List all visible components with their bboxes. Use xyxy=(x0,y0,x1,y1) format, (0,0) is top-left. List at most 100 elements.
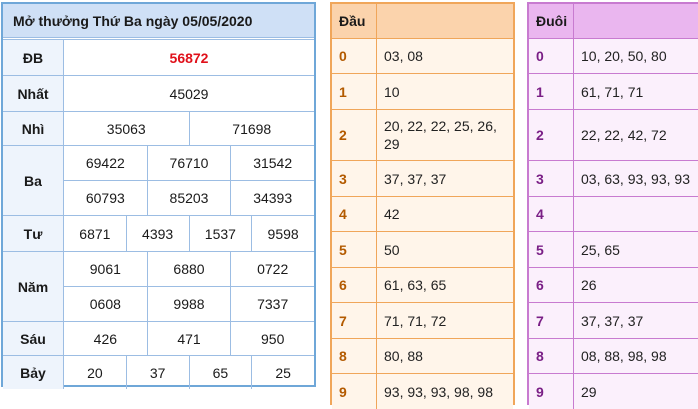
duoi-row: 6 26 xyxy=(529,267,698,302)
duoi-numbers: 37, 37, 37 xyxy=(581,312,644,329)
prize-row: Ba 69422 76710 31542 60793 85203 34393 xyxy=(3,145,314,215)
prize-label: Sáu xyxy=(3,322,64,355)
duoi-digit: 4 xyxy=(529,197,574,231)
prize-number: 35063 xyxy=(64,112,190,145)
duoi-digit: 9 xyxy=(529,374,574,409)
prize-number: 9598 xyxy=(267,225,299,242)
dau-numbers: 61, 63, 65 xyxy=(384,277,447,293)
prize-number: 426 xyxy=(64,322,148,355)
dau-digit: 6 xyxy=(332,268,377,302)
dau-numbers: 20, 22, 22, 25, 26, 29 xyxy=(384,118,497,152)
dau-row: 5 50 xyxy=(332,231,513,267)
prize-values: 69422 76710 31542 60793 85203 34393 xyxy=(64,146,314,215)
duoi-numbers: 61, 71, 71 xyxy=(581,83,644,100)
dau-digit: 1 xyxy=(332,74,377,109)
prize-number: 9988 xyxy=(148,287,232,321)
dau-row: 6 61, 63, 65 xyxy=(332,267,513,302)
prize-line: 56872 xyxy=(64,40,314,75)
dau-header: Đầu xyxy=(332,4,513,38)
dau-digit: 7 xyxy=(332,303,377,338)
prize-row: Năm 9061 6880 0722 0608 9988 7337 xyxy=(3,251,314,321)
duoi-row: 3 03, 63, 93, 93, 93 xyxy=(529,160,698,196)
dau-row: 8 80, 88 xyxy=(332,338,513,373)
dau-row: 3 37, 37, 37 xyxy=(332,160,513,196)
duoi-row: 7 37, 37, 37 xyxy=(529,302,698,338)
duoi-header: Đuôi xyxy=(529,4,698,38)
prize-row: Tư 6871 4393 1537 9598 xyxy=(3,215,314,251)
duoi-numbers: 29 xyxy=(581,383,597,400)
dau-header-label: Đầu xyxy=(332,4,377,38)
prize-row: ĐB 56872 xyxy=(3,39,314,75)
prize-number: 0608 xyxy=(64,287,148,321)
prize-row: Sáu 426 471 950 xyxy=(3,321,314,355)
duoi-digit: 2 xyxy=(529,110,574,160)
duoi-body: 0 10, 20, 50, 80 1 61, 71, 71 2 22, 22, 42, 7… xyxy=(529,38,698,409)
results-title: Mở thưởng Thứ Ba ngày 05/05/2020 xyxy=(3,4,314,38)
prize-values: 426 471 950 xyxy=(64,322,314,355)
duoi-digit: 6 xyxy=(529,268,574,302)
prize-number: 69422 xyxy=(64,146,148,180)
prize-number: 85203 xyxy=(148,181,232,215)
duoi-digit: 0 xyxy=(529,39,574,73)
dau-numbers: 93, 93, 93, 98, 98 xyxy=(384,383,493,400)
prize-number: 1537 xyxy=(190,216,253,251)
prize-number: 76710 xyxy=(148,146,232,180)
prize-number: 7337 xyxy=(257,296,289,312)
dau-numbers: 03, 08 xyxy=(384,48,423,64)
duoi-table: Đuôi 0 10, 20, 50, 80 1 61, 71, 71 2 22, 22, … xyxy=(527,2,698,409)
prize-line: 35063 71698 xyxy=(64,112,314,145)
dau-row: 9 93, 93, 93, 98, 98 xyxy=(332,373,513,409)
duoi-row: 9 29 xyxy=(529,373,698,409)
prize-row: Nhì 35063 71698 xyxy=(3,111,314,145)
duoi-numbers: 08, 88, 98, 98 xyxy=(581,348,667,364)
duoi-digit: 1 xyxy=(529,74,574,109)
prize-line: 69422 76710 31542 xyxy=(64,146,314,180)
prize-label: ĐB xyxy=(3,40,64,75)
dau-row: 7 71, 71, 72 xyxy=(332,302,513,338)
dau-row: 2 20, 22, 22, 25, 26, 29 xyxy=(332,109,513,160)
duoi-row: 1 61, 71, 71 xyxy=(529,73,698,109)
dau-row: 1 10 xyxy=(332,73,513,109)
dau-digit: 9 xyxy=(332,374,377,409)
prize-line: 45029 xyxy=(64,76,314,111)
duoi-row: 5 25, 65 xyxy=(529,231,698,267)
duoi-header-label: Đuôi xyxy=(529,4,574,38)
dau-header-blank xyxy=(377,4,513,38)
prize-number: 65 xyxy=(190,356,253,389)
prize-row: Nhất 45029 xyxy=(3,75,314,111)
prize-line: 6871 4393 1537 9598 xyxy=(64,216,314,251)
prize-label: Nhất xyxy=(3,76,64,111)
prize-number: 4393 xyxy=(127,216,190,251)
prize-line: 0608 9988 7337 xyxy=(64,286,314,321)
prize-values: 56872 xyxy=(64,40,314,75)
prize-row: Bảy 20 37 65 25 xyxy=(3,355,314,389)
duoi-numbers: 25, 65 xyxy=(581,241,620,258)
dau-digit: 2 xyxy=(332,110,377,160)
duoi-numbers: 22, 22, 42, 72 xyxy=(581,127,667,143)
prize-number: 25 xyxy=(275,364,291,381)
prize-number: 60793 xyxy=(64,181,148,215)
dau-numbers: 37, 37, 37 xyxy=(384,170,447,187)
prize-number: 9061 xyxy=(64,252,148,286)
prize-values: 20 37 65 25 xyxy=(64,356,314,389)
prize-number: 34393 xyxy=(253,190,293,206)
duoi-row: 8 08, 88, 98, 98 xyxy=(529,338,698,373)
dau-row: 0 03, 08 xyxy=(332,38,513,73)
prize-line: 9061 6880 0722 xyxy=(64,252,314,286)
prize-number: 6871 xyxy=(64,216,127,251)
prize-number: 31542 xyxy=(253,155,293,171)
prize-line: 20 37 65 25 xyxy=(64,356,314,389)
duoi-digit: 7 xyxy=(529,303,574,338)
prize-values: 45029 xyxy=(64,76,314,111)
prize-number: 37 xyxy=(127,356,190,389)
duoi-header-blank xyxy=(574,4,698,38)
prize-label: Tư xyxy=(3,216,64,251)
dau-digit: 4 xyxy=(332,197,377,231)
dau-digit: 3 xyxy=(332,161,377,196)
prize-number: 45029 xyxy=(169,85,209,102)
dau-digit: 0 xyxy=(332,39,377,73)
prize-number: 20 xyxy=(64,356,127,389)
duoi-row: 0 10, 20, 50, 80 xyxy=(529,38,698,73)
prize-label: Ba xyxy=(3,146,64,215)
dau-numbers: 71, 71, 72 xyxy=(384,312,447,329)
